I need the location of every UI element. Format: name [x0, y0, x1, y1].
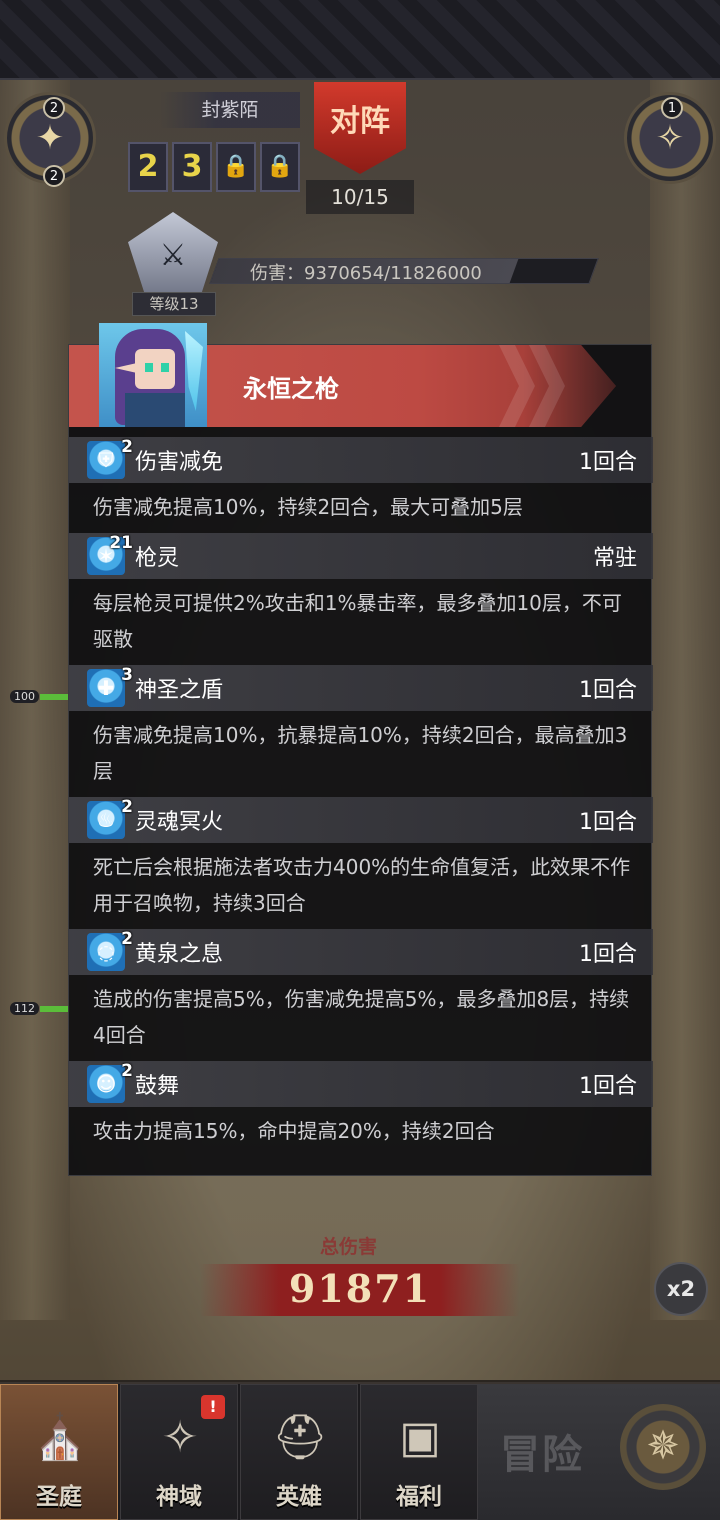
right-rank-medal[interactable]: ✧ 1: [624, 92, 716, 184]
buff-duration: 1回合: [579, 942, 637, 967]
team-slot[interactable]: 3: [172, 142, 212, 192]
left-rank-medal[interactable]: ✦ 2 2: [4, 92, 96, 187]
nav-tab-welfare[interactable]: ▣ 福利: [360, 1384, 478, 1520]
nav-tab-heroes[interactable]: ⛑ 英雄: [240, 1384, 358, 1520]
lock-icon: 🔒: [260, 142, 300, 192]
unit-hp-bar: [40, 694, 70, 700]
buff-header: ♨ 2 灵魂冥火 1回合: [69, 797, 653, 843]
buff-name: 神圣之盾: [135, 678, 224, 703]
buff-header: ☺ 2 鼓舞 1回合: [69, 1061, 653, 1107]
unit-level-badge: 112: [10, 1002, 39, 1015]
damage-text: 伤害：9370654/11826000: [250, 263, 482, 284]
buff-name: 枪灵: [135, 546, 180, 571]
buff-stack-count: 3: [121, 665, 133, 685]
nav-tab-label: 福利: [396, 1484, 442, 1510]
buff-item: ⛨ 2 伤害减免 1回合 伤害减免提高10%，持续2回合，最大可叠加5层: [69, 437, 653, 533]
buff-detail-popup[interactable]: 永恒之枪 ⛨ 2 伤害减免 1回合 伤害减免提高10%，持续2回合，最大可叠加5层…: [68, 323, 653, 1176]
buff-name: 灵魂冥火: [135, 810, 224, 835]
chevron-decoration: [529, 345, 565, 427]
buff-item: ◌ 2 黄泉之息 1回合 造成的伤害提高5%，伤害减免提高5%，最多叠加8层，持续…: [69, 929, 653, 1061]
soul-fire-icon: ♨ 2: [87, 797, 133, 839]
hero-face: [135, 349, 175, 389]
buff-description: 每层枪灵可提供2%攻击和1%暴击率，最多叠加10层，不可驱散: [93, 591, 622, 651]
buff-duration: 1回合: [579, 810, 637, 835]
spear-spirit-icon: ✶ 21: [87, 533, 133, 575]
top-pattern-band: [0, 0, 720, 80]
total-damage-value: 91871: [288, 1266, 432, 1311]
medal-count-bottom: 2: [43, 165, 65, 187]
nav-tab-label: 神域: [156, 1484, 202, 1510]
adventure-label: 冒险: [500, 1432, 584, 1478]
helmet-icon: ⛑: [272, 1412, 328, 1463]
buff-name: 鼓舞: [135, 1074, 180, 1099]
nav-tab-label: 英雄: [276, 1484, 322, 1510]
buff-list: ⛨ 2 伤害减免 1回合 伤害减免提高10%，持续2回合，最大可叠加5层 ✶ 21 …: [69, 437, 653, 1157]
buff-description: 死亡后会根据施法者攻击力400%的生命值复活，此效果不作用于召唤物，持续3回合: [93, 855, 631, 915]
buff-header: ✶ 21 枪灵 常驻: [69, 533, 653, 579]
buff-item: ♨ 2 灵魂冥火 1回合 死亡后会根据施法者攻击力400%的生命值复活，此效果不作…: [69, 797, 653, 929]
buff-header: ✚ 3 神圣之盾 1回合: [69, 665, 653, 711]
buff-stack-count: 21: [109, 533, 133, 553]
buff-duration: 1回合: [579, 678, 637, 703]
medal-count: 1: [661, 97, 683, 119]
winged-crest-icon: ✧: [655, 118, 685, 158]
compass-emblem-icon: ✵: [620, 1404, 706, 1490]
hero-portrait: [99, 323, 207, 427]
wave-progress: 10/15: [306, 180, 414, 214]
compass-star-icon: ✦: [35, 118, 65, 158]
lock-icon: 🔒: [216, 142, 256, 192]
shield-up-icon: ⛨ 2: [87, 437, 133, 479]
opponent-name: 封紫陌: [160, 92, 300, 128]
buff-description: 造成的伤害提高5%，伤害减免提高5%，最多叠加8层，持续4回合: [93, 987, 630, 1047]
holy-shield-icon: ✚ 3: [87, 665, 133, 707]
underworld-breath-icon: ◌ 2: [87, 929, 133, 971]
temple-icon: ⛪: [32, 1412, 88, 1463]
notification-badge: !: [201, 1395, 225, 1419]
nav-tab-label: 圣庭: [36, 1484, 82, 1510]
buff-description: 伤害减免提高10%，持续2回合，最大可叠加5层: [93, 495, 523, 519]
speed-toggle-button[interactable]: x2: [654, 1262, 708, 1316]
buff-stack-count: 2: [121, 1061, 133, 1081]
total-damage-label: 总伤害: [320, 1236, 378, 1258]
buff-stack-count: 2: [121, 797, 133, 817]
chevron-decoration: [499, 345, 535, 427]
buff-duration: 1回合: [579, 1074, 637, 1099]
buff-duration: 1回合: [579, 450, 637, 475]
hero-wing: [185, 331, 203, 411]
buff-header: ◌ 2 黄泉之息 1回合: [69, 929, 653, 975]
buff-stack-count: 2: [121, 929, 133, 949]
buff-stack-count: 2: [121, 437, 133, 457]
buff-item: ✚ 3 神圣之盾 1回合 伤害减免提高10%，抗暴提高10%，持续2回合，最高叠加…: [69, 665, 653, 797]
buff-description: 伤害减免提高10%，抗暴提高10%，持续2回合，最高叠加3层: [93, 723, 628, 783]
buff-name: 伤害减免: [135, 450, 224, 475]
hero-eye: [145, 363, 153, 372]
hero-armor: [125, 393, 185, 427]
treasure-chest-icon: ▣: [399, 1411, 441, 1463]
hero-name: 永恒之枪: [243, 375, 339, 403]
adventure-button[interactable]: 冒险 ✵: [478, 1384, 720, 1520]
inspire-icon: ☺ 2: [87, 1061, 133, 1103]
buff-header: ⛨ 2 伤害减免 1回合: [69, 437, 653, 483]
team-slots: 2 3 🔒 🔒: [128, 142, 300, 192]
nav-tab-divine-realm[interactable]: ✧ ! 神域: [120, 1384, 238, 1520]
team-slot[interactable]: 2: [128, 142, 168, 192]
unit-hp-bar: [40, 1006, 70, 1012]
medal-count-top: 2: [43, 97, 65, 119]
buff-duration: 常驻: [592, 546, 637, 571]
buff-description: 攻击力提高15%，命中提高20%，持续2回合: [93, 1119, 495, 1143]
nav-tab-temple[interactable]: ⛪ 圣庭: [0, 1384, 118, 1520]
buff-item: ☺ 2 鼓舞 1回合 攻击力提高15%，命中提高20%，持续2回合: [69, 1061, 653, 1157]
hero-eye: [161, 363, 169, 372]
buff-name: 黄泉之息: [135, 942, 224, 967]
buff-item: ✶ 21 枪灵 常驻 每层枪灵可提供2%攻击和1%暴击率，最多叠加10层，不可驱散: [69, 533, 653, 665]
boss-level: 等级13: [132, 292, 216, 316]
unit-level-badge: 100: [10, 690, 39, 703]
